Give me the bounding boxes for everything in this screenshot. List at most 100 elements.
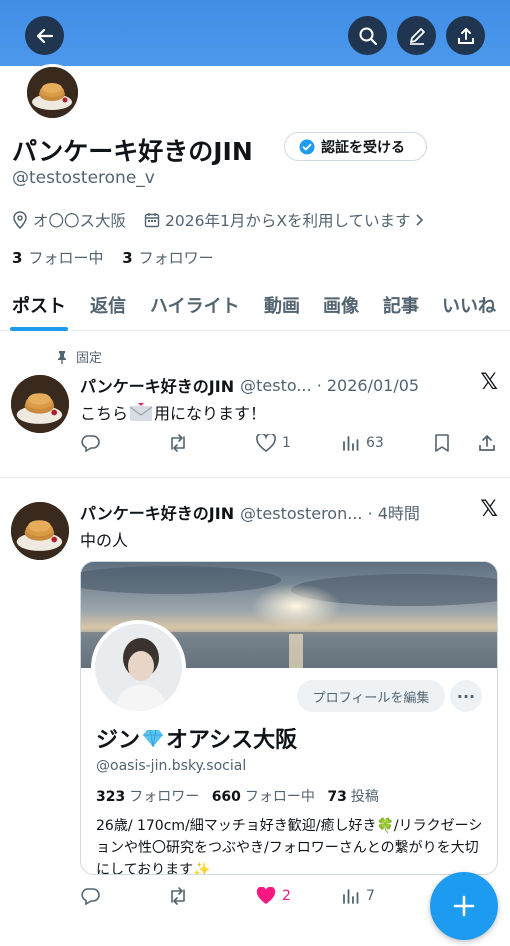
post-author-name[interactable]: パンケーキ好きのJIN	[80, 500, 234, 524]
compose-icon	[453, 895, 475, 917]
tab-posts[interactable]: ポスト	[10, 282, 68, 331]
like-button[interactable]: 2	[256, 887, 342, 905]
location-icon	[13, 211, 27, 229]
avatar[interactable]	[11, 375, 69, 433]
verified-badge-icon	[299, 139, 315, 154]
post-author-name[interactable]: パンケーキ好きのJIN	[80, 373, 234, 397]
joined-date[interactable]: 2026年1月からXを利用しています	[144, 209, 425, 231]
post[interactable]: パンケーキ好きのJIN @testosteron... · 4時間 𝕏 中の人	[0, 479, 510, 946]
following-link[interactable]: 3 フォロー中	[12, 249, 103, 267]
profile-meta: オ〇〇ス大阪 2026年1月からXを利用しています	[12, 209, 443, 231]
chevron-right-icon	[416, 214, 424, 226]
post-text: 中の人	[80, 531, 129, 550]
reply-button[interactable]	[80, 886, 167, 906]
share-button[interactable]	[446, 16, 485, 55]
back-arrow-icon	[36, 28, 53, 43]
pancake-avatar-image	[27, 67, 78, 118]
card-bio: 26歳/ 170cm/細マッチョ好き歓迎/癒し好き🍀/リラクゼーションや性〇研究…	[96, 818, 483, 875]
followers-link[interactable]: 3 フォロワー	[122, 249, 213, 267]
card-posts-label: 投稿	[350, 789, 379, 805]
card-handle: @oasis-jin.bsky.social	[96, 758, 247, 774]
edit-button[interactable]	[397, 16, 436, 55]
x-logo-icon: 𝕏	[480, 370, 498, 395]
following-count: 3	[12, 249, 23, 267]
tab-replies[interactable]: 返信	[90, 282, 126, 318]
edit-profile-button[interactable]: プロフィールを編集	[297, 680, 445, 712]
profile-handle: @testosterone_v	[12, 168, 155, 188]
share-icon	[457, 27, 474, 44]
card-followers-count: 323	[96, 789, 126, 805]
avatar[interactable]	[11, 502, 69, 560]
card-following-count: 660	[211, 789, 241, 805]
heart-filled-icon	[256, 887, 276, 904]
search-button[interactable]	[348, 16, 387, 55]
avatar[interactable]	[24, 64, 81, 121]
pinned-label: 固定	[76, 351, 103, 366]
like-button[interactable]: 1	[256, 434, 342, 452]
post-handle-time: @testosteron... · 4時間	[240, 504, 420, 523]
card-stats: 323 フォロワー 660 フォロー中 73 投稿	[96, 786, 387, 806]
repost-icon	[171, 434, 185, 452]
embedded-profile-card[interactable]: プロフィールを編集 ··· ジン オアシス大阪 @oasis-jin.bsky.…	[80, 561, 498, 875]
follow-counts: 3 フォロー中 3 フォロワー	[12, 247, 228, 268]
pin-icon	[58, 350, 66, 364]
post-actions: 1 63	[80, 433, 498, 453]
reply-icon	[81, 435, 100, 453]
profile-tabs: ポスト 返信 ハイライト 動画 画像 記事 いいね	[0, 282, 510, 331]
search-icon	[359, 27, 377, 45]
views-button[interactable]: 63	[342, 434, 434, 452]
profile-name: パンケーキ好きのJIN	[12, 137, 253, 166]
pancake-avatar-image	[11, 375, 69, 433]
tab-images[interactable]: 画像	[323, 282, 359, 318]
post-text: こちら 用になります！	[80, 400, 266, 424]
reply-icon	[81, 888, 100, 906]
avatar	[91, 620, 186, 715]
reply-button[interactable]	[80, 433, 167, 453]
tab-articles[interactable]: 記事	[383, 282, 419, 318]
repost-icon	[171, 887, 185, 905]
bookmark-button[interactable]	[434, 433, 477, 453]
bookmark-icon	[435, 434, 449, 452]
repost-button[interactable]	[167, 433, 256, 453]
person-photo-image	[95, 624, 182, 711]
gem-icon	[143, 729, 164, 748]
location-text: オ〇〇ス大阪	[33, 212, 127, 230]
card-display-name: ジン オアシス大阪	[96, 722, 297, 754]
back-button[interactable]	[25, 16, 64, 55]
like-count: 2	[282, 888, 291, 904]
post-header: パンケーキ好きのJIN @testo... · 2026/01/05	[80, 373, 419, 397]
heart-icon	[256, 434, 276, 452]
view-count: 63	[366, 435, 384, 451]
post-text-part: こちら	[80, 404, 129, 423]
tab-highlights[interactable]: ハイライト	[150, 282, 240, 318]
envelope-icon	[129, 403, 153, 421]
card-following-label: フォロー中	[244, 789, 315, 805]
followers-count: 3	[122, 249, 133, 267]
post-text-part: 用になります！	[154, 404, 267, 423]
x-logo-icon: 𝕏	[480, 497, 498, 522]
share-post-button[interactable]	[477, 433, 497, 453]
tab-likes[interactable]: いいね	[442, 282, 496, 318]
get-verified-button[interactable]: 認証を受ける	[284, 132, 427, 161]
card-name-part: ジン	[96, 728, 141, 753]
post-handle-time: @testo... · 2026/01/05	[240, 375, 420, 395]
views-icon	[343, 436, 359, 451]
share-icon	[479, 435, 495, 451]
view-count: 7	[366, 888, 375, 904]
like-count: 1	[282, 435, 291, 451]
more-options-button[interactable]: ···	[450, 680, 482, 712]
edit-icon	[409, 27, 425, 45]
card-name-part: オアシス大阪	[166, 728, 298, 753]
post-header: パンケーキ好きのJIN @testosteron... · 4時間	[80, 500, 420, 524]
views-button[interactable]: 7	[342, 887, 434, 905]
card-followers-label: フォロワー	[129, 789, 200, 805]
compose-button[interactable]	[430, 872, 498, 940]
joined-text: 2026年1月からXを利用しています	[165, 212, 411, 230]
repost-button[interactable]	[167, 886, 256, 906]
tab-videos[interactable]: 動画	[264, 282, 300, 318]
following-label: フォロー中	[28, 249, 104, 267]
calendar-icon	[144, 213, 160, 228]
followers-label: フォロワー	[138, 249, 214, 267]
views-icon	[343, 889, 359, 904]
pinned-post[interactable]: 固定 パンケーキ好きのJIN @testo... · 2026/01/05 𝕏 …	[0, 332, 510, 478]
